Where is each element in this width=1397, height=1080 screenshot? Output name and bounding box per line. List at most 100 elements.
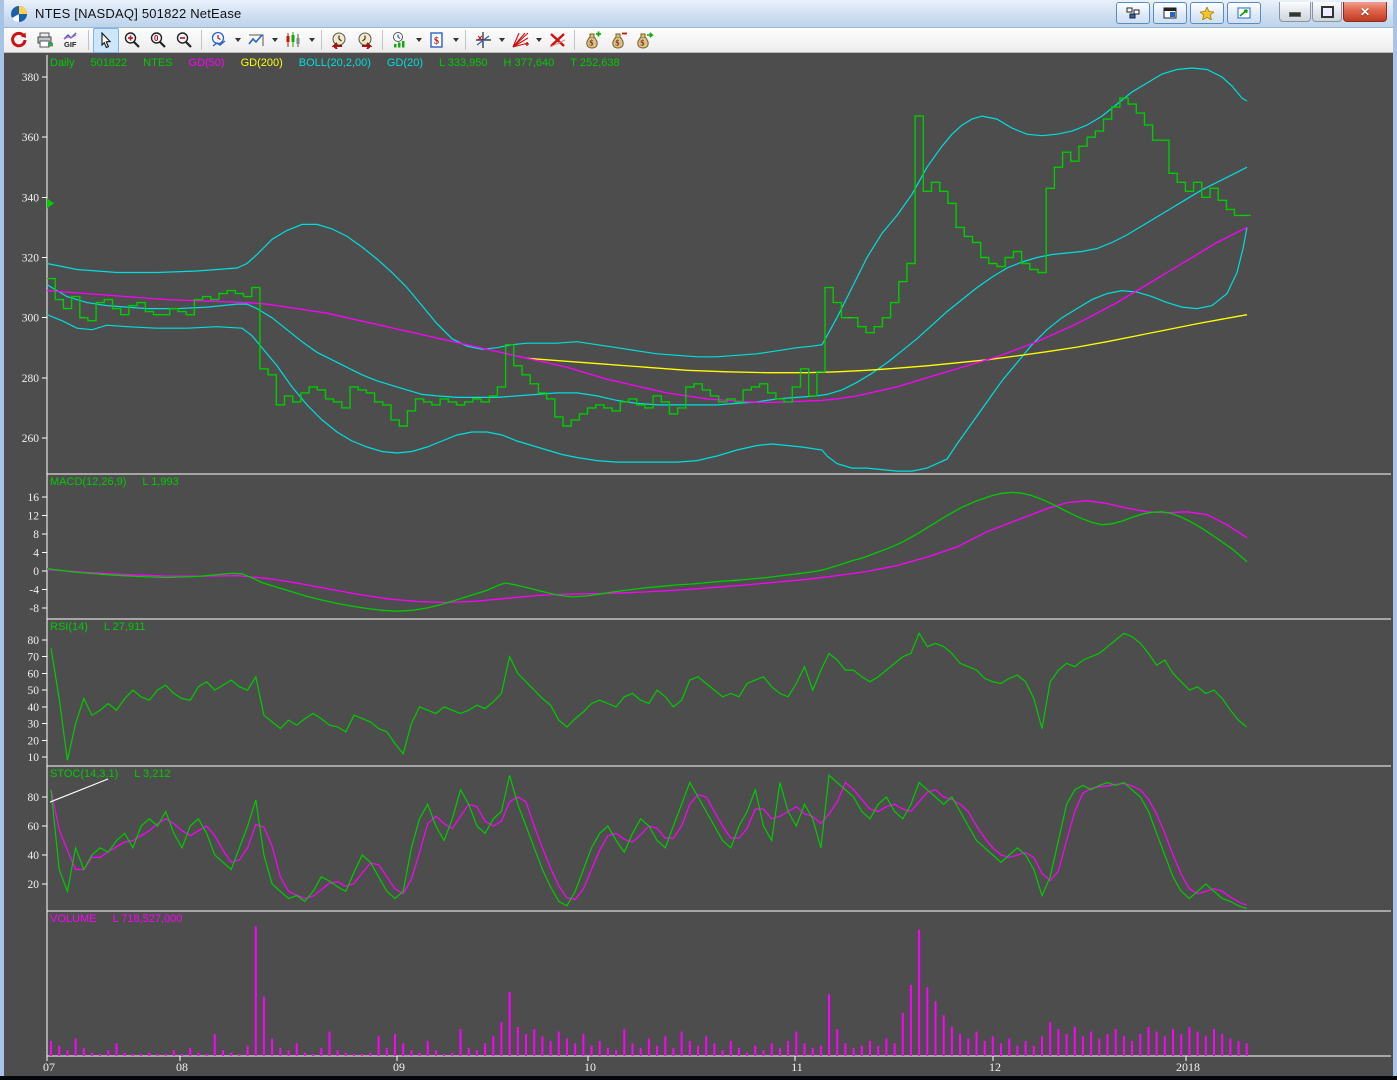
- x-tick-label: 10: [584, 1060, 596, 1074]
- x-tick-label: 12: [989, 1060, 1001, 1074]
- close-button[interactable]: ✕: [1343, 2, 1387, 22]
- volume-bar: [877, 1045, 880, 1056]
- sell-button[interactable]: $: [605, 28, 631, 53]
- boll-upper-band: [46, 67, 1248, 358]
- volume-bar: [787, 1041, 790, 1056]
- volume-bar: [90, 1052, 93, 1056]
- y-tick-label: 280: [22, 373, 40, 385]
- delete-drawings-button[interactable]: [544, 28, 570, 53]
- quotes-dropdown[interactable]: [450, 29, 461, 52]
- volume-bar: [164, 1054, 167, 1056]
- volume-bar: [246, 1045, 249, 1056]
- chart-frame: [46, 55, 1391, 1057]
- volume-bar: [778, 1048, 781, 1056]
- y-tick-label: 50: [28, 685, 40, 697]
- dock-window-button[interactable]: [1153, 2, 1187, 24]
- period-dropdown[interactable]: [232, 29, 243, 52]
- volume-bar: [950, 1026, 953, 1056]
- export-gif-button[interactable]: GIF: [58, 28, 84, 53]
- period-button[interactable]: [206, 28, 232, 53]
- volume-bar: [385, 1048, 388, 1056]
- scroll-left-button[interactable]: [326, 28, 352, 53]
- volume-bar: [410, 1050, 413, 1056]
- print-button[interactable]: [32, 28, 58, 53]
- volume-bar: [1131, 1041, 1134, 1056]
- user-trendline[interactable]: [49, 778, 109, 803]
- favorites-button[interactable]: [1190, 2, 1224, 24]
- volume-bar: [762, 1050, 765, 1056]
- y-tick-label: 40: [28, 850, 40, 862]
- buy-button[interactable]: $: [579, 28, 605, 53]
- volume-bar: [279, 1048, 282, 1056]
- volume-bar: [131, 1054, 134, 1056]
- volume-bar: [99, 1054, 102, 1056]
- y-tick-label: 360: [22, 132, 40, 144]
- volume-bar: [680, 1031, 683, 1056]
- zoom-reset-button[interactable]: 0: [145, 28, 171, 53]
- quotes-button[interactable]: $: [424, 28, 450, 53]
- line-chart-icon: [247, 34, 263, 46]
- svg-text:$: $: [434, 36, 439, 47]
- volume-bar: [1221, 1034, 1224, 1056]
- fan-lines-button[interactable]: [507, 28, 533, 53]
- volume-bar: [1098, 1038, 1101, 1056]
- volume-bar: [1155, 1031, 1158, 1056]
- fan-lines-dropdown[interactable]: [533, 29, 544, 52]
- volume-bar: [934, 1001, 937, 1056]
- volume-bar: [148, 1052, 151, 1056]
- restore-button[interactable]: [1312, 2, 1342, 22]
- y-tick-label: 0: [33, 566, 39, 578]
- volume-bar: [729, 1041, 732, 1056]
- volume-bar: [623, 1029, 626, 1056]
- volume-bar: [402, 1043, 405, 1056]
- zoom-out-button[interactable]: [171, 28, 197, 53]
- zoom-in-button[interactable]: [119, 28, 145, 53]
- chart-canvas[interactable]: 3803603403203002802601612840-4-880706050…: [4, 53, 1393, 1076]
- volume-bar: [197, 1052, 200, 1056]
- svg-text:0: 0: [154, 34, 159, 43]
- volume-bar: [885, 1038, 888, 1056]
- x-tick-label: 09: [393, 1060, 405, 1074]
- line-style-dropdown[interactable]: [269, 29, 280, 52]
- indicators-button[interactable]: [387, 28, 413, 53]
- axes-button[interactable]: [470, 28, 496, 53]
- layout-button[interactable]: [1116, 2, 1150, 24]
- volume-bar: [1057, 1029, 1060, 1056]
- volume-bar: [1196, 1031, 1199, 1056]
- refresh-button[interactable]: [6, 28, 32, 53]
- scroll-right-button[interactable]: [352, 28, 378, 53]
- volume-bar: [377, 1036, 380, 1056]
- y-tick-label: 8: [33, 529, 39, 541]
- volume-bar: [467, 1048, 470, 1056]
- axes-dropdown[interactable]: [496, 29, 507, 52]
- volume-bar: [828, 994, 830, 1056]
- volume-bar: [1180, 1034, 1183, 1056]
- volume-bar: [959, 1034, 962, 1056]
- macd-y-axis: 16 12 8 4 0 -4 -8: [28, 492, 47, 615]
- volume-bar: [336, 1050, 339, 1056]
- volume-bar: [475, 1050, 478, 1056]
- chart-type-dropdown[interactable]: [306, 29, 317, 52]
- chart-area[interactable]: 380 360 340 320 300 280 260 16 12 8 4 0 -4 -8 80 70 60 50…: [4, 53, 1393, 1076]
- annotate-button[interactable]: [1227, 2, 1261, 24]
- chart-type-button[interactable]: [280, 28, 306, 53]
- volume-bar: [598, 1041, 601, 1056]
- cursor-button[interactable]: [93, 27, 119, 53]
- app-icon: [10, 5, 28, 23]
- zoom-reset-icon: 0: [150, 32, 166, 48]
- rsi-line: [50, 631, 1248, 761]
- minimize-button[interactable]: [1279, 2, 1311, 22]
- volume-bar: [918, 929, 921, 1056]
- transfer-button[interactable]: $: [631, 28, 657, 53]
- line-style-button[interactable]: [243, 28, 269, 53]
- volume-bar: [1008, 1038, 1011, 1056]
- volume-bar: [369, 1052, 372, 1056]
- volume-bar: [50, 1041, 52, 1056]
- indicators-dropdown[interactable]: [413, 29, 424, 52]
- zoom-out-icon: [176, 32, 192, 48]
- volume-bar: [631, 1043, 634, 1056]
- titlebar[interactable]: NTES [NASDAQ] 501822 NetEase ✕: [4, 0, 1393, 28]
- price-legend: Daily 501822 NTES GD(50) GD(200) BOLL(20,2,00…: [50, 57, 620, 69]
- volume-bar: [721, 1050, 724, 1056]
- volume-bar: [1032, 1045, 1035, 1056]
